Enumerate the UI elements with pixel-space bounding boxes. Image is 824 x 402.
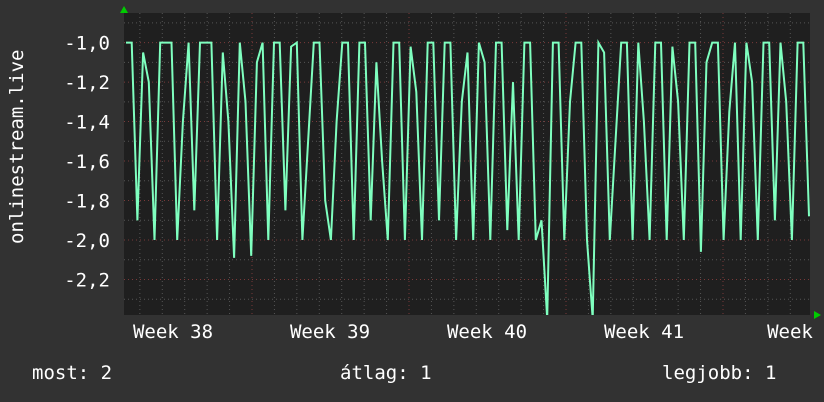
y-tick-label: -1,0 (64, 33, 110, 55)
x-tick-label: Week 38 (133, 321, 213, 343)
y-tick-label: -1,6 (64, 151, 110, 173)
chart: -1,0 -1,2 -1,4 -1,6 -1,8 -2,0 -2,2 Week 38 Week … (64, 6, 821, 343)
y-tick-label: -2,0 (64, 230, 110, 252)
current-value: most: 2 (32, 362, 113, 384)
y-axis-arrow-icon (120, 6, 128, 13)
y-tick-label: -1,2 (64, 72, 110, 94)
x-tick-label: Week 40 (447, 321, 527, 343)
average-value: átlag: 1 (340, 362, 432, 384)
x-tick-label: Week 41 (604, 321, 684, 343)
y-axis-label: onlinestream.live (6, 49, 28, 244)
x-tick-label: Week (767, 321, 813, 343)
y-tick-label: -1,8 (64, 191, 110, 213)
best-value: legjobb: 1 (662, 362, 777, 384)
x-tick-label: Week 39 (290, 321, 370, 343)
y-tick-label: -2,2 (64, 269, 110, 291)
y-tick-label: -1,4 (64, 112, 110, 134)
x-axis-arrow-icon (814, 311, 821, 319)
